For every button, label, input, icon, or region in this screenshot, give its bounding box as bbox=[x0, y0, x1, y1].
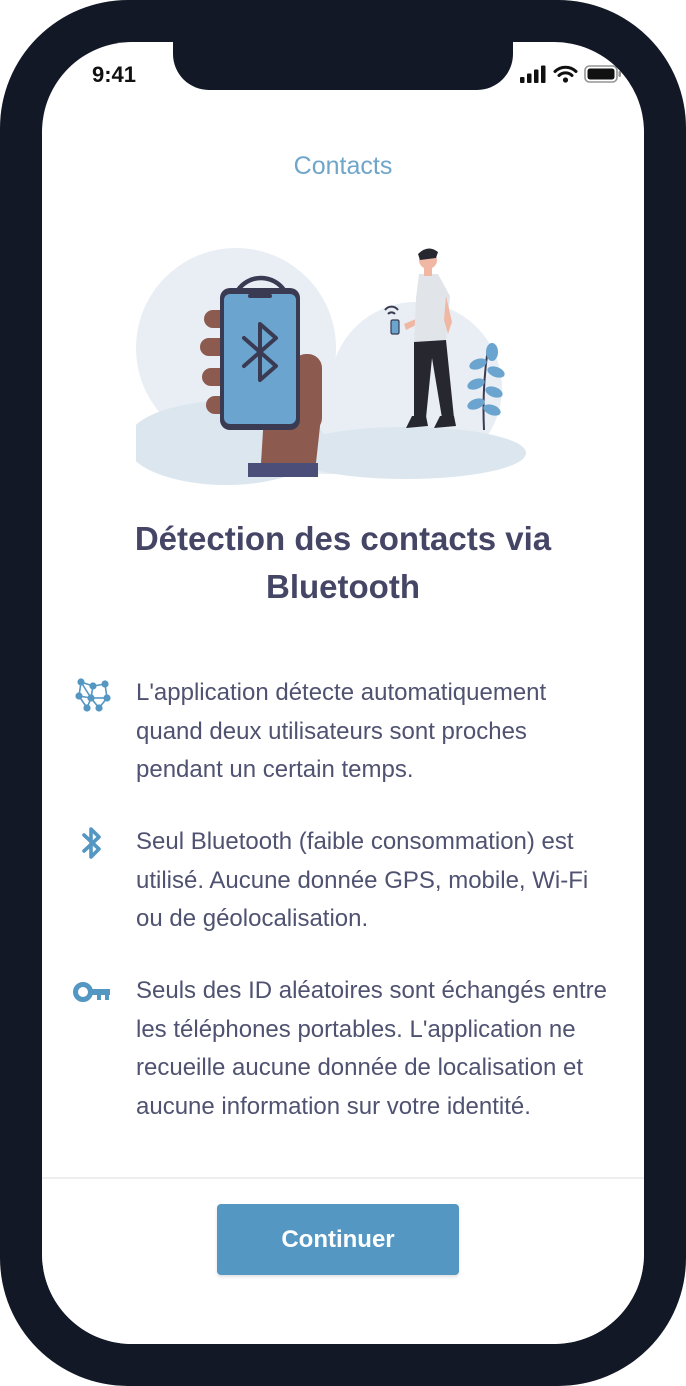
network-nodes-icon bbox=[75, 678, 111, 712]
phone-bluetooth-illustration bbox=[136, 248, 526, 485]
continue-button[interactable]: Continuer bbox=[217, 1204, 459, 1275]
feature-text: Seul Bluetooth (faible consommation) est… bbox=[136, 828, 589, 932]
status-icons bbox=[519, 64, 622, 84]
battery-icon bbox=[584, 65, 621, 83]
device-frame: 9:41 Contacts Détection des contacts via… bbox=[0, 0, 686, 1386]
signal-icon bbox=[520, 65, 546, 83]
feature-text: L'application détecte automatiquement qu… bbox=[136, 679, 547, 783]
device-notch bbox=[173, 42, 513, 90]
app-screen: 9:41 Contacts Détection des contacts via… bbox=[42, 42, 644, 1344]
status-time: 9:41 bbox=[92, 62, 137, 87]
feature-text: Seuls des ID aléatoires sont échangés en… bbox=[136, 977, 607, 1120]
bluetooth-icon bbox=[82, 827, 101, 859]
footer: Continuer bbox=[42, 1177, 644, 1344]
page-title: Contacts bbox=[293, 152, 393, 180]
headline: Détection des contacts via Bluetooth bbox=[134, 520, 552, 605]
key-icon bbox=[73, 982, 110, 1002]
wifi-icon bbox=[553, 65, 578, 83]
